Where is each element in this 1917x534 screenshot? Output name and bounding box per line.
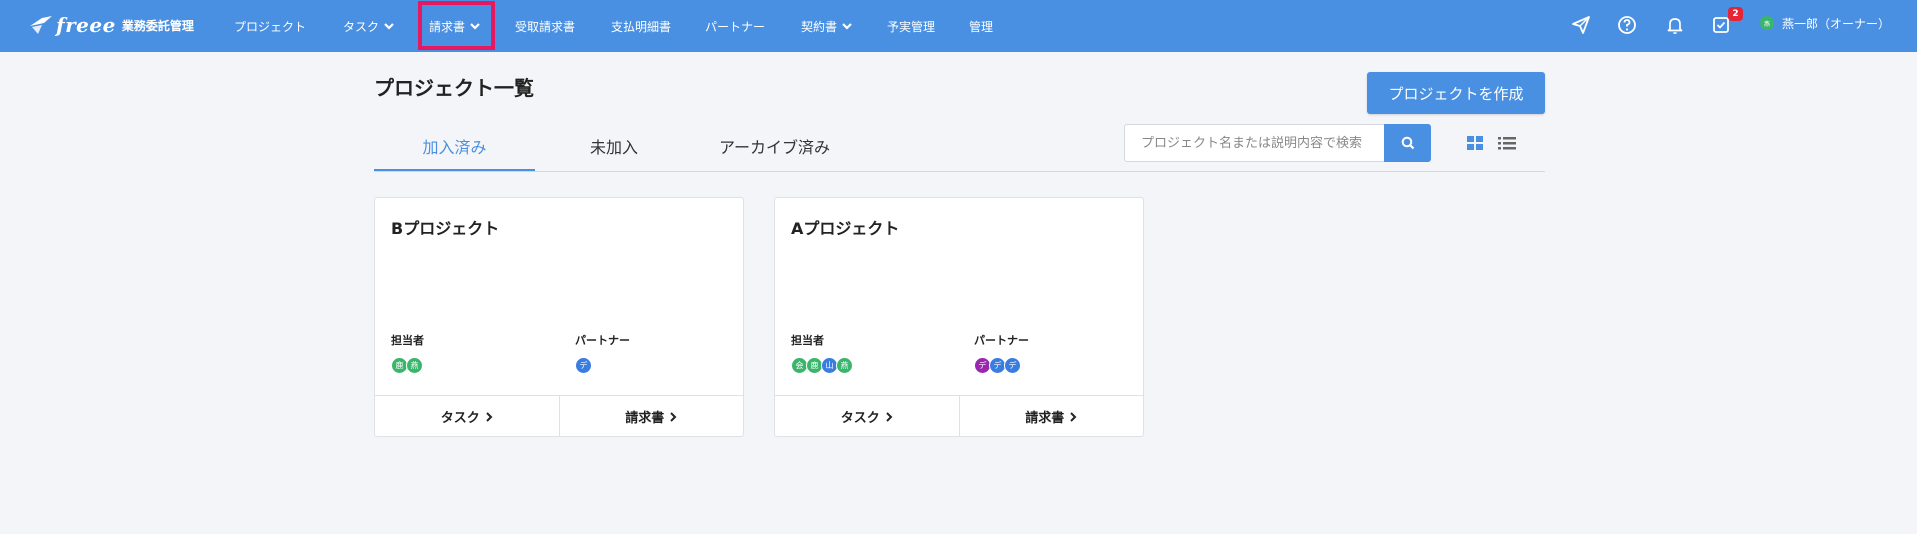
invoices-link[interactable]: 請求書 xyxy=(558,396,744,437)
list-view-icon[interactable] xyxy=(1497,133,1517,153)
create-project-button[interactable]: プロジェクトを作成 xyxy=(1367,72,1545,114)
nav-partners[interactable]: パートナー xyxy=(705,0,765,52)
project-card[interactable]: Bプロジェクト 担当者 パートナー 鹿 燕 デ タスク 請求書 xyxy=(374,197,744,437)
logo-wordmark: freee xyxy=(56,13,116,37)
partner-avatars: デ xyxy=(575,357,592,374)
nav-projects[interactable]: プロジェクト xyxy=(234,0,306,52)
tasks-link[interactable]: タスク xyxy=(375,396,559,437)
tab-not-joined[interactable]: 未加入 xyxy=(535,134,693,172)
nav-budget[interactable]: 予実管理 xyxy=(887,0,935,52)
page-title: プロジェクト一覧 xyxy=(374,76,534,100)
partner-label: パートナー xyxy=(575,334,630,347)
tab-archived[interactable]: アーカイブ済み xyxy=(693,134,856,172)
assignee-label: 担当者 xyxy=(391,334,424,347)
tasks-link[interactable]: タスク xyxy=(775,396,959,437)
avatar: デ xyxy=(575,357,592,374)
bird-logo-icon xyxy=(30,16,52,34)
logo-product-name: 業務委託管理 xyxy=(121,18,194,33)
send-icon[interactable] xyxy=(1569,13,1593,37)
avatar: 燕 xyxy=(1760,16,1774,30)
nav-payment-statements[interactable]: 支払明細書 xyxy=(611,0,671,52)
project-card[interactable]: Aプロジェクト 担当者 パートナー 会 鹿 山 燕 デ デ デ タスク 請求書 xyxy=(774,197,1144,437)
search-input[interactable] xyxy=(1124,124,1384,162)
avatar: デ xyxy=(1004,357,1021,374)
tab-joined[interactable]: 加入済み xyxy=(374,134,535,172)
assignee-avatars: 鹿 燕 xyxy=(391,357,423,374)
nav-admin[interactable]: 管理 xyxy=(969,0,993,52)
chevron-right-icon xyxy=(886,411,893,422)
top-navbar: freee 業務委託管理 プロジェクト タスク 請求書 受取請求書 支払明細書 … xyxy=(0,0,1917,52)
user-name: 燕一郎（オーナー） xyxy=(1782,16,1891,31)
partner-avatars: デ デ デ xyxy=(974,357,1021,374)
bell-icon[interactable] xyxy=(1663,13,1687,37)
grid-view-icon[interactable] xyxy=(1465,133,1485,153)
nav-invoices-highlight xyxy=(418,1,495,50)
nav-contracts[interactable]: 契約書 xyxy=(801,0,853,52)
assignee-label: 担当者 xyxy=(791,334,824,347)
search-button[interactable] xyxy=(1384,124,1431,162)
search-icon xyxy=(1401,136,1414,150)
chevron-right-icon xyxy=(486,411,493,422)
user-menu[interactable]: 燕 燕一郎（オーナー） xyxy=(1760,0,1890,46)
project-name: Aプロジェクト xyxy=(791,219,900,238)
nav-tasks[interactable]: タスク xyxy=(343,0,395,52)
chevron-right-icon xyxy=(670,411,677,422)
partner-label: パートナー xyxy=(974,334,1029,347)
invoices-link[interactable]: 請求書 xyxy=(958,396,1144,437)
avatar: 燕 xyxy=(406,357,423,374)
notification-badge: 2 xyxy=(1728,7,1743,21)
avatar: 燕 xyxy=(836,357,853,374)
tabs-divider xyxy=(374,171,1545,172)
card-footer: タスク 請求書 xyxy=(775,395,1143,437)
project-name: Bプロジェクト xyxy=(391,219,500,238)
assignee-avatars: 会 鹿 山 燕 xyxy=(791,357,853,374)
card-footer: タスク 請求書 xyxy=(375,395,743,437)
nav-received-invoices[interactable]: 受取請求書 xyxy=(515,0,575,52)
chevron-right-icon xyxy=(1070,411,1077,422)
help-icon[interactable] xyxy=(1615,13,1639,37)
chevron-down-icon xyxy=(842,23,852,30)
freee-logo[interactable]: freee 業務委託管理 xyxy=(28,11,194,39)
chevron-down-icon xyxy=(384,23,394,30)
